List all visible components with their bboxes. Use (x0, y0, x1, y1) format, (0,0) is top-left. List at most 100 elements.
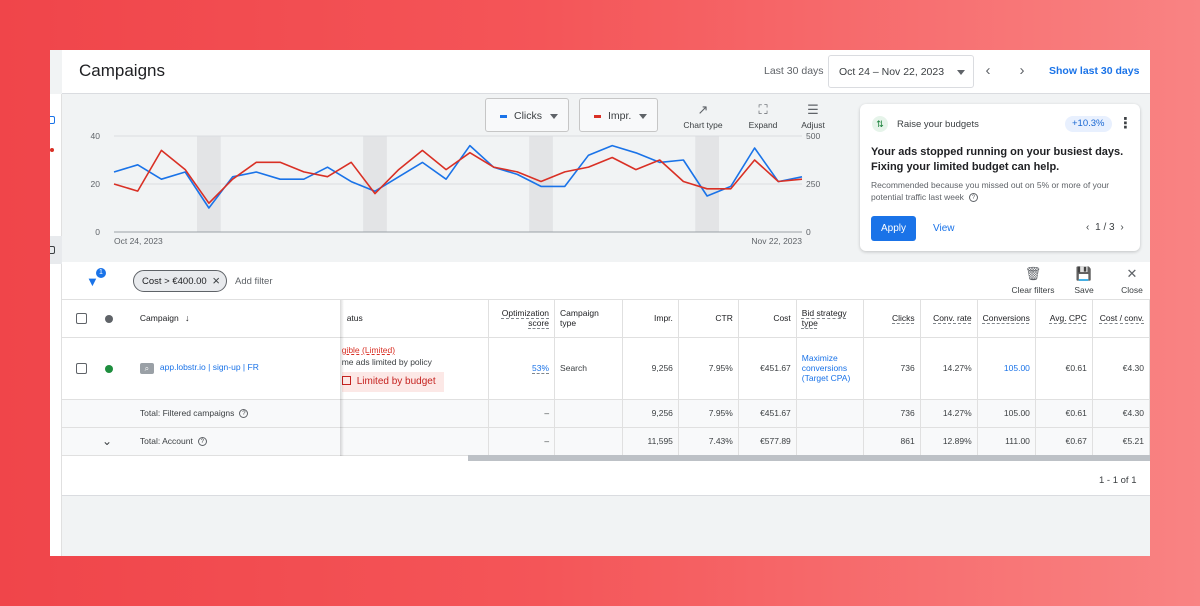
recommendation-title: Raise your budgets (897, 119, 979, 130)
bid-strategy-line: (Target CPA) (801, 373, 851, 383)
help-icon[interactable]: ? (239, 409, 249, 419)
close-label: Close (1121, 285, 1143, 295)
conv-rate-header[interactable]: Conv. rate (920, 300, 978, 338)
more-vert-icon[interactable]: ⋮ (1118, 114, 1133, 132)
metric-2-dropdown[interactable]: Impr. (579, 98, 658, 132)
campaign-header[interactable]: Campaign ↓ (134, 300, 342, 338)
clear-filters-button[interactable]: 🗑 Clear filters (1008, 266, 1058, 295)
impr-cell: 9,256 (622, 337, 679, 400)
bid-strategy-line: Maximize (801, 353, 838, 363)
total-filtered-opt: – (488, 399, 556, 428)
metric-2-label: Impr. (608, 110, 632, 122)
caret-down-icon (957, 70, 965, 75)
total-filtered-label-cell: Total: Filtered campaigns? (134, 399, 342, 428)
bid-strategy-header[interactable]: Bid strategy type (796, 300, 864, 338)
date-range-value: Oct 24 – Nov 22, 2023 (839, 66, 945, 78)
horizontal-scrollbar[interactable] (468, 455, 1150, 461)
status-dot-icon (104, 315, 113, 323)
filter-count-badge: 1 (96, 268, 106, 278)
campaign-type-header[interactable]: Campaign type (554, 300, 623, 338)
sticky-column-shadow (340, 300, 344, 456)
impr-swatch (594, 115, 601, 118)
view-button[interactable]: View (933, 223, 955, 234)
expand-cell: ⌄ (62, 427, 135, 456)
total-filtered-bid (796, 399, 864, 428)
avg-cpc-header-label: Avg. CPC (1049, 313, 1087, 324)
pager-text: 1 / 3 (1095, 222, 1115, 233)
clicks-header[interactable]: Clicks (863, 300, 921, 338)
chart-type-button[interactable]: ↗ Chart type (673, 102, 733, 130)
total-filtered-clicks: 736 (863, 399, 921, 428)
status-eligible-text[interactable]: gible (Limited) (342, 344, 483, 356)
metric-1-dropdown[interactable]: Clicks (485, 98, 569, 132)
select-all-checkbox[interactable] (76, 312, 87, 324)
conversions-cell: 105.00 (977, 337, 1036, 400)
row-select-cell (62, 337, 100, 400)
campaign-link[interactable]: app.lobstr.io | sign-up | FR (160, 362, 259, 372)
total-filtered-row: Total: Filtered campaigns? – 9,256 7.95%… (62, 399, 1150, 428)
total-filtered-impr: 9,256 (622, 399, 679, 428)
chevron-left-icon[interactable]: ‹ (980, 63, 996, 79)
cost-header[interactable]: Cost (738, 300, 797, 338)
avg-cpc-header[interactable]: Avg. CPC (1035, 300, 1093, 338)
help-icon[interactable]: ? (968, 193, 978, 203)
clear-filters-label: Clear filters (1011, 285, 1055, 295)
trash-icon: 🗑 (1024, 266, 1042, 281)
row-checkbox[interactable] (76, 362, 87, 374)
total-account-cost-conv: €5.21 (1092, 427, 1150, 456)
save-button[interactable]: 💾 Save (1072, 266, 1096, 295)
cost-conv-header[interactable]: Cost / conv. (1092, 300, 1150, 338)
total-account-opt: – (488, 427, 556, 456)
y-right-tick-label: 250 (806, 179, 820, 189)
chevron-down-icon[interactable]: ⌄ (102, 434, 112, 448)
ctr-cell: 7.95% (678, 337, 739, 400)
enabled-dot-icon[interactable] (104, 364, 113, 373)
close-icon[interactable]: × (212, 273, 220, 288)
close-icon: ✕ (1126, 266, 1138, 281)
help-icon[interactable]: ? (197, 437, 207, 447)
pager-prev-icon[interactable]: ‹ (1086, 222, 1089, 233)
total-account-bid (796, 427, 864, 456)
pager-next-icon[interactable]: › (1120, 222, 1123, 233)
home-icon[interactable] (50, 116, 55, 124)
total-filtered-blank (62, 399, 100, 428)
campaign-header-label: Campaign (139, 313, 179, 324)
budget-arrows-icon: ⇅ (872, 116, 888, 132)
nav-dot-icon[interactable] (50, 148, 54, 152)
select-all-cell (62, 300, 100, 338)
optimization-score-cell: 53% (488, 337, 556, 400)
status-header[interactable]: atus (341, 300, 490, 338)
recommendation-reason-text: Recommended because you missed out on 5%… (871, 180, 1110, 202)
page-header: Campaigns Last 30 days Oct 24 – Nov 22, … (62, 50, 1150, 94)
optimization-score-link[interactable]: 53% (532, 363, 549, 373)
cost-cell: €451.67 (738, 337, 797, 400)
ctr-header[interactable]: CTR (678, 300, 739, 338)
add-filter-input[interactable]: Add filter (235, 276, 273, 287)
chevron-right-icon[interactable]: › (1014, 63, 1030, 79)
bid-strategy-cell[interactable]: Maximize conversions (Target CPA) (796, 337, 864, 400)
filter-chip[interactable]: Cost > €400.00 × (133, 270, 227, 292)
total-account-conv-rate: 12.89% (920, 427, 978, 456)
conversions-header[interactable]: Conversions (977, 300, 1036, 338)
show-last-30-days-link[interactable]: Show last 30 days (1049, 65, 1139, 77)
total-filtered-cost: €451.67 (738, 399, 797, 428)
total-account-row: ⌄ Total: Account? – 11,595 7.43% €577.89… (62, 427, 1150, 456)
adjust-button[interactable]: ☰ Adjust (783, 102, 843, 130)
y-right-tick-label: 0 (806, 227, 811, 237)
conversions-link[interactable]: 105.00 (1004, 363, 1030, 373)
optimization-score-header[interactable]: Optimization score (488, 300, 556, 338)
bid-strategy-header-label: Bid strategy type (801, 308, 847, 329)
limited-by-budget-badge[interactable]: Limited by budget (341, 372, 444, 392)
table-row[interactable]: ⌕ app.lobstr.io | sign-up | FR gible (Lim… (62, 337, 1150, 400)
nav-campaigns-icon[interactable] (50, 246, 55, 254)
apply-button[interactable]: Apply (871, 216, 916, 241)
y-right-tick-label: 500 (806, 131, 820, 141)
close-button[interactable]: ✕ Close (1118, 266, 1146, 295)
nav-strip (50, 94, 62, 556)
date-range-picker[interactable]: Oct 24 – Nov 22, 2023 (828, 55, 974, 88)
total-account-avg-cpc: €0.67 (1035, 427, 1093, 456)
adjust-label: Adjust (801, 120, 825, 130)
y-left-tick-label: 20 (91, 179, 101, 189)
impr-header[interactable]: Impr. (622, 300, 679, 338)
status-dot-header (99, 300, 135, 338)
